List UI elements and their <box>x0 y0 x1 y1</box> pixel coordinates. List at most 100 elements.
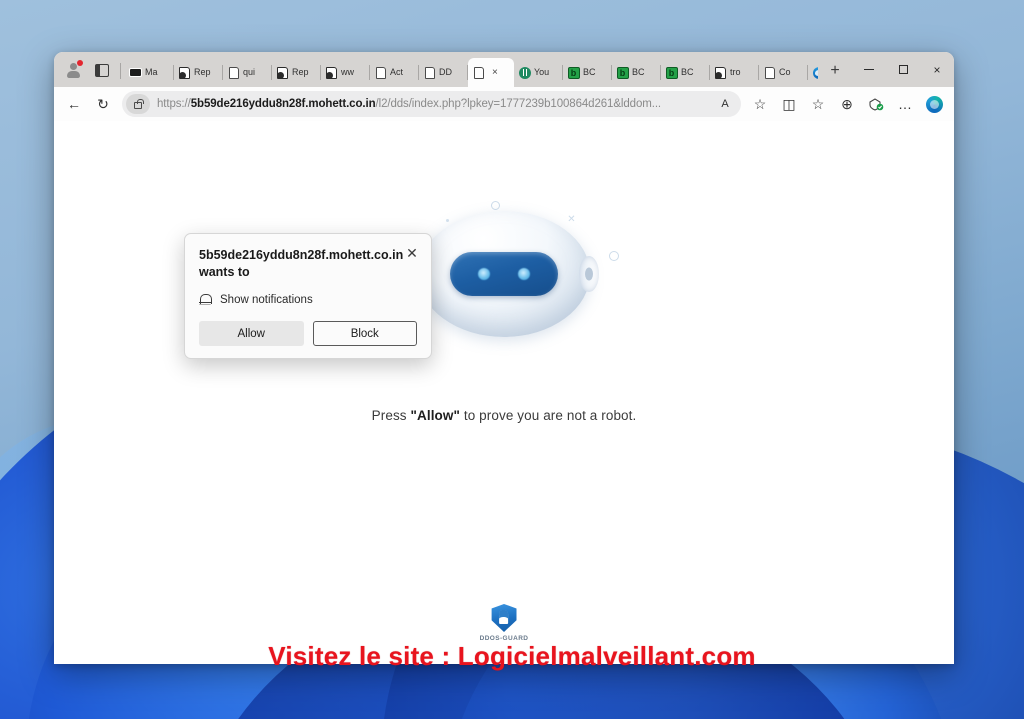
browser-toolbar: ← ↻ https://5b59de216yddu8n28f.mohett.co… <box>54 87 954 121</box>
notification-dot-icon <box>77 60 83 66</box>
tabstrip-divider <box>120 63 121 79</box>
bc-favicon-icon <box>616 66 629 79</box>
decoration-circle-3 <box>609 251 619 261</box>
decoration-circle-1 <box>491 201 500 210</box>
bell-icon <box>199 293 212 306</box>
desktop: Ma Rep qui Rep ww Act DD × You BC BC BC tro Co Clic +… <box>0 0 1024 719</box>
pdf-favicon-icon <box>714 66 727 79</box>
tab-actions-button[interactable] <box>88 55 116 85</box>
allow-button[interactable]: Allow <box>199 321 304 346</box>
dialog-request-row: Show notifications <box>199 293 417 306</box>
browser-tab[interactable]: Rep <box>174 58 223 87</box>
tab-actions-icon <box>95 63 109 77</box>
tab-title: BC <box>681 67 694 77</box>
browser-window: Ma Rep qui Rep ww Act DD × You BC BC BC tro Co Clic +… <box>54 52 954 664</box>
maximize-button[interactable] <box>886 52 920 87</box>
browser-tab[interactable]: Rep <box>272 58 321 87</box>
page-favicon-icon <box>472 66 485 79</box>
robot-ear-right-icon <box>579 256 599 292</box>
url-text: https://5b59de216yddu8n28f.mohett.co.in/… <box>157 98 662 110</box>
notification-permission-dialog: ✕ 5b59de216yddu8n28f.mohett.co.in wants … <box>184 233 432 359</box>
favicon-glyph <box>228 66 239 79</box>
dialog-close-button[interactable]: ✕ <box>403 244 421 262</box>
favicon-glyph <box>375 66 386 79</box>
browser-tab[interactable]: ww <box>321 58 370 87</box>
dialog-request-label: Show notifications <box>220 293 313 306</box>
favicon-glyph <box>326 66 337 79</box>
browser-tab[interactable]: tro <box>710 58 759 87</box>
shield-check-icon <box>869 98 884 111</box>
browser-tab[interactable]: BC <box>612 58 661 87</box>
browser-tab[interactable]: BC <box>661 58 710 87</box>
tab-title: Act <box>390 67 404 77</box>
page-content: ✕ Press "Allow" to prove you are not a r… <box>54 121 954 664</box>
favicon-glyph <box>179 66 190 79</box>
browser-tab[interactable]: DD <box>419 58 468 87</box>
favicon-glyph <box>616 66 629 79</box>
shield-status-button[interactable] <box>862 90 890 118</box>
site-info-button[interactable] <box>126 94 150 114</box>
bc-favicon-icon <box>567 66 580 79</box>
tab-title: Ma <box>145 67 158 77</box>
close-tab-button[interactable]: × <box>492 67 498 78</box>
yt-favicon-icon <box>518 66 531 79</box>
tab-strip: Ma Rep qui Rep ww Act DD × You BC BC BC tro Co Clic +… <box>54 52 954 87</box>
decoration-dot <box>446 219 449 222</box>
read-aloud-button[interactable]: A <box>715 90 735 118</box>
favicon-glyph <box>277 66 288 79</box>
tab-title: Co <box>779 67 791 77</box>
minimize-button[interactable] <box>852 52 886 87</box>
browser-tab[interactable]: Clic <box>808 58 818 87</box>
tab-title: BC <box>632 67 645 77</box>
favicon-glyph <box>764 66 775 79</box>
page-favicon-icon <box>423 66 436 79</box>
more-options-button[interactable]: … <box>891 90 919 118</box>
decoration-x-icon: ✕ <box>567 214 576 225</box>
browser-tab[interactable]: Co <box>759 58 808 87</box>
block-button[interactable]: Block <box>312 321 417 346</box>
ddos-guard-footer: DDOS-GUARD <box>480 604 529 642</box>
favicon-glyph <box>129 68 142 77</box>
tab-title: Rep <box>194 67 211 77</box>
robot-visor-icon <box>450 252 558 296</box>
pdf-favicon-icon <box>178 66 191 79</box>
lock-icon <box>134 99 144 109</box>
refresh-button[interactable]: ↻ <box>89 90 117 118</box>
browser-tab[interactable]: × <box>468 58 514 87</box>
favicon-glyph <box>424 66 435 79</box>
browser-tab[interactable]: Ma <box>125 58 174 87</box>
robot-eye-left-icon <box>478 268 490 280</box>
browser-tab[interactable]: qui <box>223 58 272 87</box>
copilot-button[interactable] <box>920 90 948 118</box>
favicon-glyph <box>665 66 678 79</box>
close-window-button[interactable]: × <box>920 52 954 87</box>
tab-title: qui <box>243 67 256 77</box>
edge-favicon-icon <box>812 66 818 79</box>
robot-head-icon <box>409 211 599 337</box>
tab-title: You <box>534 67 550 77</box>
minimize-icon <box>864 69 874 70</box>
pdf-favicon-icon <box>325 66 338 79</box>
toolbar-right-actions: ☆ ◫ ☆ ⊕ … <box>746 90 948 118</box>
split-screen-button[interactable]: ◫ <box>775 90 803 118</box>
browser-tab[interactable]: BC <box>563 58 612 87</box>
dialog-buttons: Allow Block <box>199 321 417 346</box>
back-button[interactable]: ← <box>60 90 88 118</box>
pdf-favicon-icon <box>276 66 289 79</box>
address-bar[interactable]: https://5b59de216yddu8n28f.mohett.co.in/… <box>122 91 741 117</box>
favicon-glyph <box>812 66 818 79</box>
browser-essentials-button[interactable]: ⊕ <box>833 90 861 118</box>
collections-button[interactable]: ☆ <box>804 90 832 118</box>
profile-button[interactable] <box>58 55 88 85</box>
bc-favicon-icon <box>665 66 678 79</box>
robot-eye-right-icon <box>518 268 530 280</box>
browser-tab[interactable]: Act <box>370 58 419 87</box>
card-favicon-icon <box>129 66 142 79</box>
new-tab-button[interactable]: + <box>822 58 848 84</box>
prompt-suffix: to prove you are not a robot. <box>460 408 637 423</box>
window-controls: × <box>852 52 954 87</box>
favicon-glyph <box>473 66 484 79</box>
dialog-title: 5b59de216yddu8n28f.mohett.co.in wants to <box>199 248 404 279</box>
browser-tab[interactable]: You <box>514 58 563 87</box>
favorite-button[interactable]: ☆ <box>746 90 774 118</box>
